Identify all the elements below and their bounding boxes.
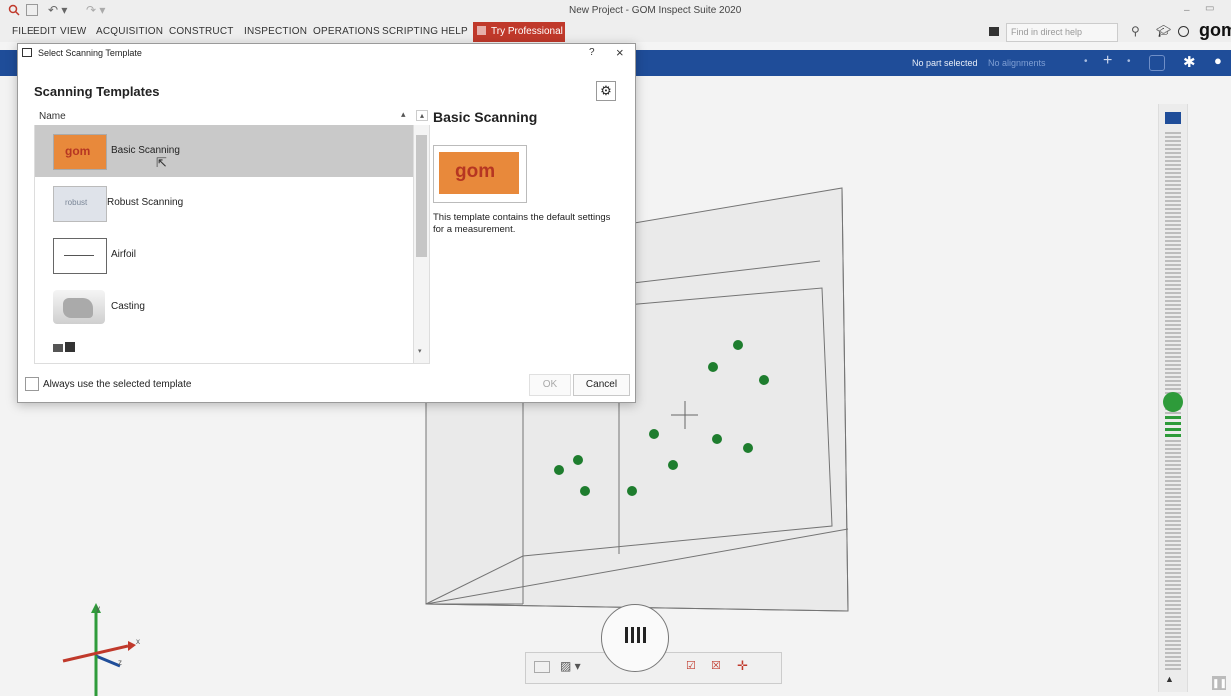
list-header: Name ▴ bbox=[34, 108, 428, 126]
select-scanning-template-dialog: Select Scanning Template ? × Scanning Te… bbox=[17, 43, 636, 403]
dialog-icon bbox=[22, 48, 32, 57]
minimize-button[interactable]: – bbox=[1184, 5, 1190, 16]
alignment-status: No alignments bbox=[988, 58, 1046, 68]
cursor-icon: ⇱ bbox=[156, 155, 167, 170]
preview-description: This template contains the default setti… bbox=[433, 212, 611, 235]
part-status: No part selected bbox=[912, 58, 978, 68]
star-icon[interactable]: ✱ bbox=[1183, 53, 1196, 71]
try-professional-button[interactable]: Try Professional bbox=[473, 22, 565, 42]
axis-y-label: y bbox=[96, 604, 100, 613]
help-button[interactable]: ? bbox=[589, 47, 595, 58]
list-item-casting[interactable]: Casting bbox=[35, 281, 413, 333]
preview-thumbnail: gom bbox=[433, 145, 527, 203]
help-search-field[interactable]: Find in direct help bbox=[1006, 23, 1118, 42]
camera-icon[interactable] bbox=[1149, 55, 1165, 71]
axis-z-label: z bbox=[118, 658, 122, 667]
casting-thumbnail bbox=[53, 290, 105, 324]
user-icon[interactable] bbox=[1178, 26, 1189, 37]
list-item-basic-scanning[interactable]: gom Basic Scanning ⇱ bbox=[35, 125, 413, 177]
alignment-dropdown-icon[interactable]: • bbox=[1084, 56, 1088, 67]
dialog-title: Select Scanning Template bbox=[38, 48, 142, 58]
basic-scanning-label: Basic Scanning bbox=[111, 145, 180, 156]
menu-scripting[interactable]: SCRIPTING bbox=[382, 26, 438, 37]
menu-inspection[interactable]: INSPECTION bbox=[244, 26, 307, 37]
axis-triad: y x z bbox=[58, 601, 148, 696]
slider-level bbox=[1165, 416, 1181, 440]
window-menu-icon[interactable] bbox=[26, 4, 38, 16]
always-use-checkbox[interactable] bbox=[25, 377, 39, 391]
basic-scanning-thumbnail: gom bbox=[53, 134, 107, 170]
list-item-partial[interactable] bbox=[35, 333, 413, 363]
gom-logo: gom bbox=[1199, 20, 1231, 40]
dialog-titlebar: Select Scanning Template ? × bbox=[18, 44, 635, 62]
menu-acquisition[interactable]: ACQUISITION bbox=[96, 26, 163, 37]
help-book-icon bbox=[989, 27, 999, 36]
list-scrollbar[interactable]: ▾ bbox=[413, 125, 429, 363]
ok-button[interactable]: OK bbox=[529, 374, 571, 396]
cancel-button[interactable]: Cancel bbox=[573, 374, 630, 396]
slider-handle[interactable] bbox=[1163, 392, 1183, 412]
dialog-heading: Scanning Templates bbox=[34, 84, 160, 99]
maximize-button[interactable]: ▭ bbox=[1205, 3, 1214, 14]
menu-bar: FILE EDIT VIEW ACQUISITION CONSTRUCT INS… bbox=[0, 20, 1231, 42]
window-titlebar: ↶ ▾ ↷ ▾ New Project - GOM Inspect Suite … bbox=[0, 0, 1231, 22]
gear-icon: ⚙︎ bbox=[600, 83, 612, 98]
move-icon[interactable]: ✛ bbox=[737, 658, 748, 674]
menu-view[interactable]: VIEW bbox=[60, 26, 86, 37]
exposure-slider[interactable]: ▲ bbox=[1158, 104, 1188, 692]
list-item-airfoil[interactable]: Airfoil bbox=[35, 229, 413, 281]
robust-scanning-label: Robust Scanning bbox=[107, 197, 184, 208]
pause-icon[interactable]: ❚❚ bbox=[1212, 676, 1227, 690]
delete-icon[interactable]: ☒ bbox=[711, 659, 721, 672]
menu-operations[interactable]: OPERATIONS bbox=[313, 26, 380, 37]
capture-icon bbox=[623, 627, 647, 643]
robust-thumbnail-text: robust bbox=[65, 198, 88, 207]
scrollbar-thumb[interactable] bbox=[416, 135, 427, 257]
airfoil-thumbnail bbox=[53, 238, 107, 274]
check-icon[interactable]: ☑ bbox=[686, 659, 696, 672]
undo-icon[interactable]: ↶ ▾ bbox=[48, 3, 67, 17]
list-item-robust-scanning[interactable]: robust Robust Scanning bbox=[35, 177, 413, 229]
filter-icon[interactable]: ⚲ bbox=[1131, 24, 1140, 38]
scroll-down-icon[interactable]: ▾ bbox=[418, 347, 422, 355]
axis-x-label: x bbox=[136, 637, 140, 646]
try-professional-label: Try Professional bbox=[491, 26, 563, 37]
light-icon[interactable]: ● bbox=[1214, 53, 1222, 68]
casting-label: Casting bbox=[111, 301, 145, 312]
plus-icon[interactable]: + bbox=[1103, 52, 1112, 70]
thumbnail-gom-text: gom bbox=[65, 144, 91, 158]
menu-construct[interactable]: CONSTRUCT bbox=[169, 26, 234, 37]
mountain-icon bbox=[1165, 112, 1181, 124]
redo-icon[interactable]: ↷ ▾ bbox=[86, 3, 105, 17]
slider-up-icon[interactable]: ▲ bbox=[1165, 674, 1174, 684]
airfoil-label: Airfoil bbox=[111, 249, 137, 260]
search-icon[interactable] bbox=[8, 4, 20, 16]
always-use-label: Always use the selected template bbox=[43, 379, 192, 390]
column-name-header[interactable]: Name bbox=[39, 111, 66, 122]
display-mode-icon[interactable]: ▨ ▾ bbox=[560, 659, 581, 673]
capture-button[interactable] bbox=[601, 604, 669, 672]
hat-icon[interactable]: 🎓︎ bbox=[1156, 24, 1171, 38]
window-title: New Project - GOM Inspect Suite 2020 bbox=[569, 5, 742, 16]
template-list[interactable]: gom Basic Scanning ⇱ robust Robust Scann… bbox=[34, 125, 430, 364]
menu-file[interactable]: FILE bbox=[12, 26, 34, 37]
robust-scanning-thumbnail: robust bbox=[53, 186, 107, 222]
plus-dropdown-icon[interactable]: • bbox=[1127, 56, 1131, 67]
menu-help[interactable]: HELP bbox=[441, 26, 468, 37]
menu-edit[interactable]: EDIT bbox=[33, 26, 57, 37]
preview-gom-text: gom bbox=[455, 161, 496, 182]
sort-icon[interactable]: ▴ bbox=[401, 109, 406, 120]
close-button[interactable]: × bbox=[616, 45, 624, 60]
preview-image: gom bbox=[439, 152, 519, 194]
preview-title: Basic Scanning bbox=[433, 109, 538, 125]
scroll-up-icon[interactable]: ▴ bbox=[416, 110, 428, 121]
view-icon[interactable] bbox=[534, 661, 550, 673]
help-search-placeholder: Find in direct help bbox=[1011, 27, 1083, 37]
settings-button[interactable]: ⚙︎ bbox=[596, 81, 616, 101]
